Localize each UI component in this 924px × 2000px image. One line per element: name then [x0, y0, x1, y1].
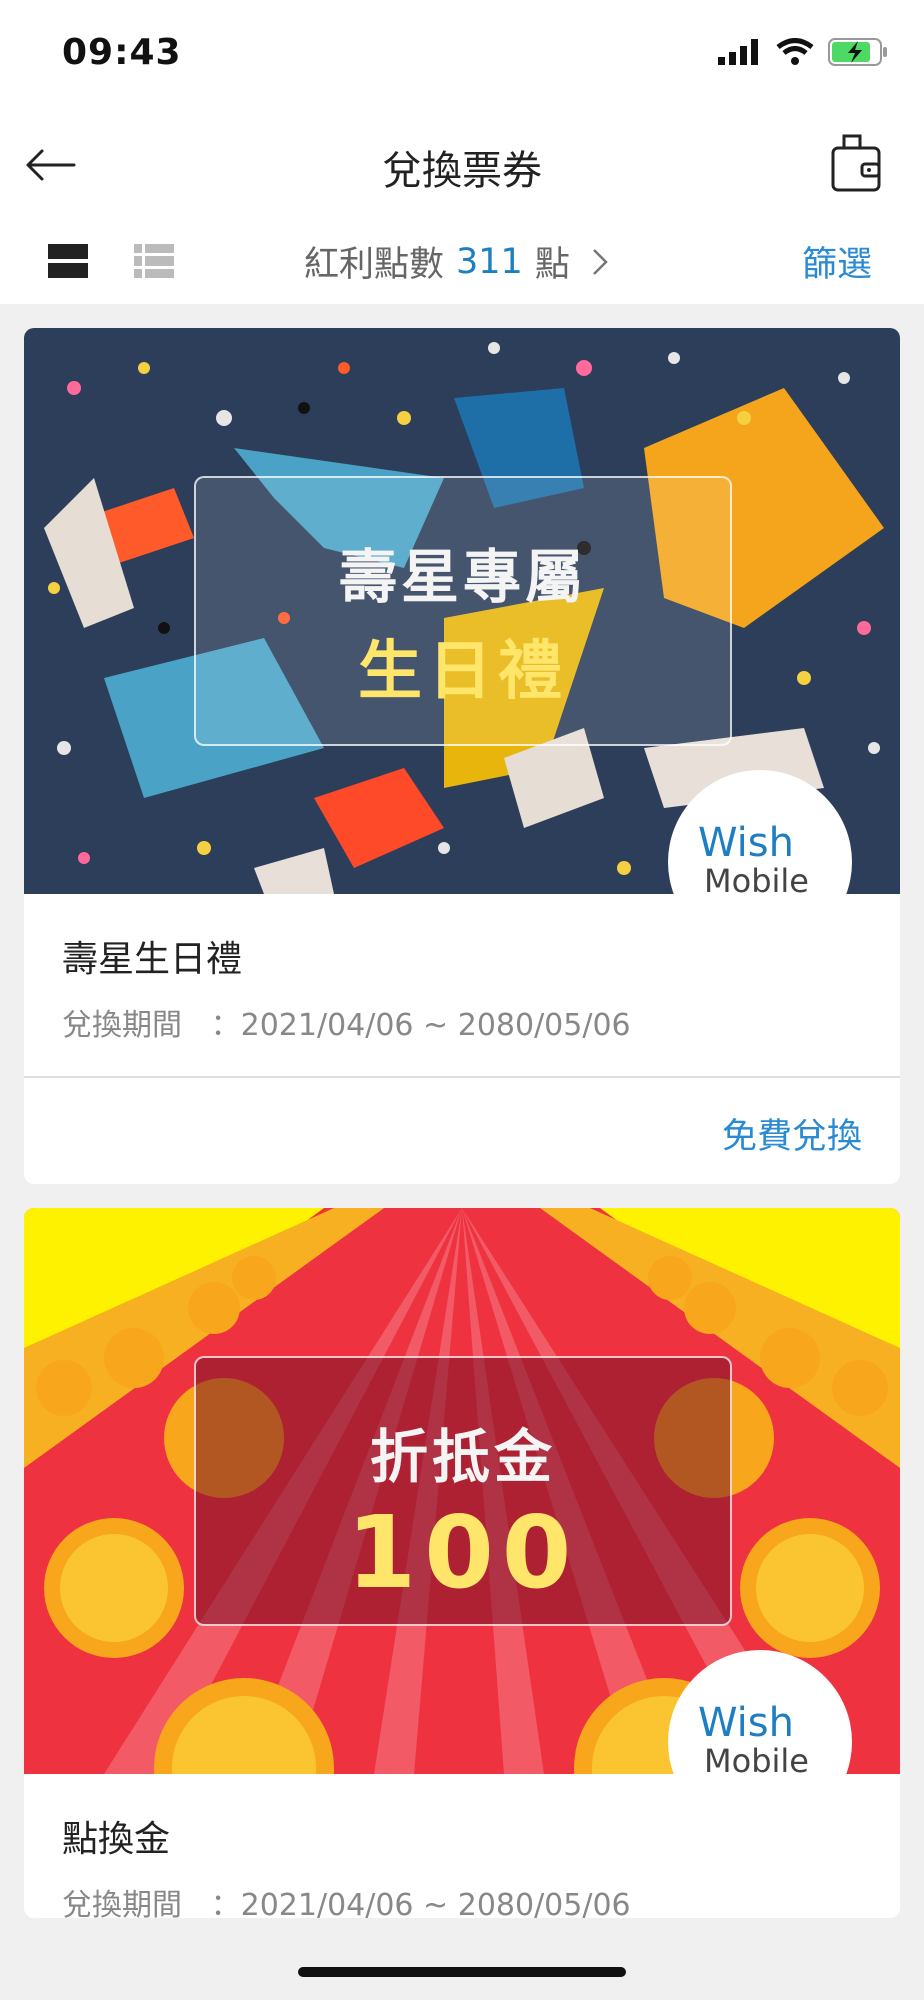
coupon-card[interactable]: 折抵金 100 Wish Mobile 點換金 兌換期間 ：2021/04/06…: [24, 1208, 900, 1918]
banner-line1: 壽星專屬: [338, 543, 587, 611]
status-bar: 09:43: [0, 0, 924, 110]
divider: [24, 1076, 900, 1078]
home-indicator[interactable]: [298, 1967, 626, 1977]
logo-text-bottom: Mobile: [704, 862, 809, 894]
wallet-icon[interactable]: [830, 132, 882, 194]
free-redeem-button[interactable]: 免費兌換: [722, 1108, 862, 1159]
logo-text-top: Wish: [698, 820, 794, 866]
filter-button[interactable]: 篩選: [802, 236, 872, 287]
coupon-card[interactable]: 壽星專屬 生日禮 Wish Mobile 壽星生日禮 兌換期間 ：2021/04…: [24, 328, 900, 1184]
status-time: 09:43: [62, 32, 182, 73]
banner-line2: 100: [346, 1494, 580, 1611]
banner-line2: 生日禮: [358, 635, 568, 709]
banner-line1: 折抵金: [369, 1423, 556, 1491]
coupon-period: 兌換期間 ：2021/04/06 ~ 2080/05/06: [62, 1000, 631, 1044]
card-view-icon[interactable]: [48, 244, 88, 278]
points-unit: 點: [534, 245, 570, 285]
status-icons: [718, 38, 888, 66]
coupon-title: 壽星生日禮: [62, 939, 243, 980]
signal-icon: [718, 39, 758, 65]
period-label: 兌換期間: [62, 1008, 182, 1043]
period-value: ：2021/04/06 ~ 2080/05/06: [210, 1008, 631, 1043]
nav-bar: 兌換票券: [0, 110, 924, 222]
logo-text-top: Wish: [698, 1700, 794, 1746]
wifi-icon: [776, 38, 814, 65]
banner-caption-box: 壽星專屬 生日禮: [194, 476, 732, 746]
banner-caption-box: 折抵金 100: [194, 1356, 732, 1626]
period-label: 兌換期間: [62, 1888, 182, 1918]
points-link[interactable]: 紅利點數 311 點: [304, 236, 608, 287]
coupon-period: 兌換期間 ：2021/04/06 ~ 2080/05/06: [62, 1880, 631, 1918]
coupon-title: 點換金: [62, 1819, 171, 1860]
points-label: 紅利點數: [304, 245, 445, 285]
coupon-banner: 壽星專屬 生日禮 Wish Mobile: [24, 328, 900, 894]
list-view-icon[interactable]: [134, 244, 174, 278]
battery-icon: [828, 38, 887, 66]
points-value: 311: [456, 241, 523, 282]
page-title: 兌換票券: [382, 148, 542, 194]
bottom-area: [0, 1918, 924, 2000]
coupon-banner: 折抵金 100 Wish Mobile: [24, 1208, 900, 1774]
chevron-right-icon: [592, 248, 608, 275]
toolbar: 紅利點數 311 點 篩選: [0, 222, 924, 304]
period-value: ：2021/04/06 ~ 2080/05/06: [210, 1888, 631, 1918]
logo-text-bottom: Mobile: [704, 1742, 809, 1774]
